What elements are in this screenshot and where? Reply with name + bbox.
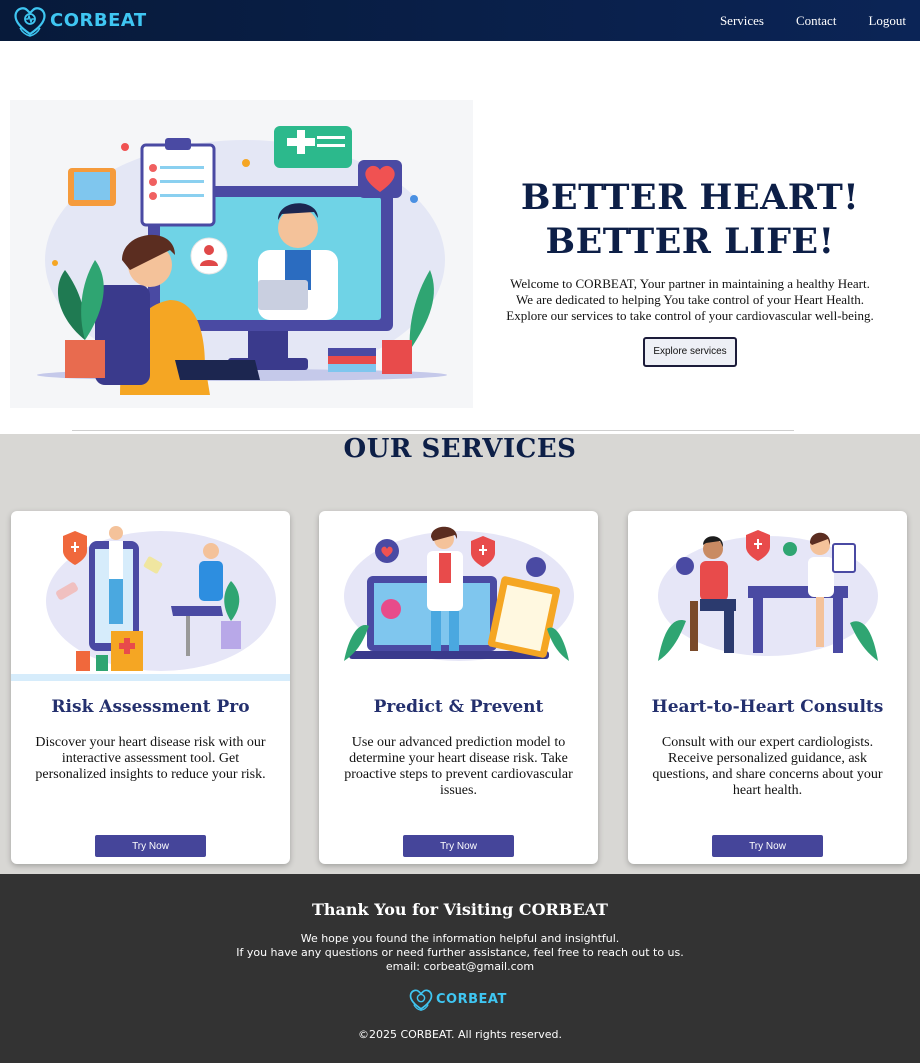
hero-desc-line: Welcome to CORBEAT, Your partner in main… bbox=[510, 276, 870, 291]
section-divider bbox=[72, 430, 794, 431]
footer-line: We hope you found the information helpfu… bbox=[300, 932, 620, 945]
nav-logout-link[interactable]: Logout bbox=[868, 13, 906, 29]
explore-services-button[interactable]: Explore services bbox=[643, 337, 737, 367]
brand-logo[interactable]: CORBEAT bbox=[12, 4, 147, 38]
service-card-description: Consult with our expert cardiologists. R… bbox=[652, 735, 883, 798]
service-card-title: Risk Assessment Pro bbox=[51, 697, 250, 717]
hero-text-block: BETTER HEART! BETTER LIFE! Welcome to CO… bbox=[480, 176, 900, 367]
service-card-consults: Heart-to-Heart Consults Consult with our… bbox=[628, 511, 907, 864]
nav-services-link[interactable]: Services bbox=[720, 13, 764, 29]
try-now-button[interactable]: Try Now bbox=[95, 835, 206, 857]
heart-logo-icon bbox=[14, 6, 46, 37]
service-card-title: Predict & Prevent bbox=[373, 697, 544, 717]
telemedicine-illustration bbox=[10, 100, 473, 408]
consults-illustration bbox=[628, 511, 907, 681]
hero-title-line2: BETTER LIFE! bbox=[545, 221, 835, 262]
service-card-description: Discover your heart disease risk with ou… bbox=[35, 735, 266, 782]
nav-links: Services Contact Logout bbox=[720, 13, 906, 29]
services-title: OUR SERVICES bbox=[343, 434, 577, 464]
service-card-description: Use our advanced prediction model to det… bbox=[344, 735, 573, 798]
footer-brand-logo: CORBEAT bbox=[408, 987, 507, 1012]
risk-assessment-illustration bbox=[11, 511, 290, 681]
footer-line: If you have any questions or need furthe… bbox=[236, 946, 684, 959]
service-card-predict-prevent: Predict & Prevent Use our advanced predi… bbox=[319, 511, 598, 864]
brand-name: CORBEAT bbox=[50, 10, 147, 31]
hero-description: Welcome to CORBEAT, Your partner in main… bbox=[480, 276, 900, 324]
footer: Thank You for Visiting CORBEAT We hope y… bbox=[0, 874, 920, 1063]
heart-logo-icon bbox=[409, 989, 433, 1011]
copyright-text: ©2025 CORBEAT. All rights reserved. bbox=[357, 1028, 563, 1041]
services-section: OUR SERVICES Risk Assessment Pro Discove… bbox=[0, 434, 920, 874]
footer-title: Thank You for Visiting CORBEAT bbox=[312, 900, 608, 919]
predict-prevent-illustration bbox=[319, 511, 598, 681]
service-card-title: Heart-to-Heart Consults bbox=[651, 697, 884, 717]
hero-section: BETTER HEART! BETTER LIFE! Welcome to CO… bbox=[0, 41, 920, 431]
hero-desc-line: Explore our services to take control of … bbox=[506, 308, 874, 323]
try-now-button[interactable]: Try Now bbox=[712, 835, 823, 857]
nav-contact-link[interactable]: Contact bbox=[796, 13, 836, 29]
footer-email: email: corbeat@gmail.com bbox=[385, 960, 535, 973]
try-now-button[interactable]: Try Now bbox=[403, 835, 514, 857]
hero-desc-line: We are dedicated to helping You take con… bbox=[515, 292, 865, 307]
navbar: CORBEAT Services Contact Logout bbox=[0, 0, 920, 41]
footer-brand-name: CORBEAT bbox=[436, 992, 507, 1007]
service-card-risk-assessment: Risk Assessment Pro Discover your heart … bbox=[11, 511, 290, 864]
hero-title-line1: BETTER HEART! bbox=[520, 177, 860, 218]
footer-message: We hope you found the information helpfu… bbox=[0, 932, 920, 974]
